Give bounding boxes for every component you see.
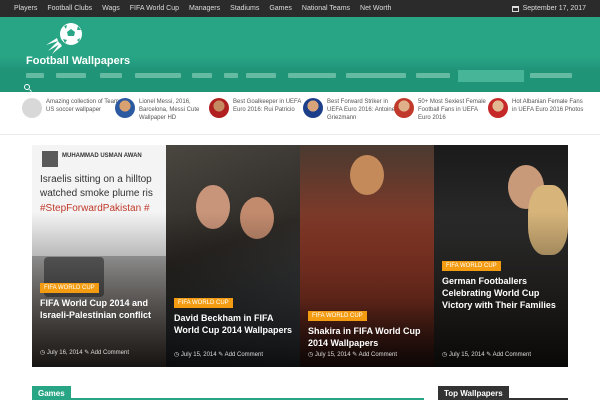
slide-meta: ◷ July 15, 2014 ✎ Add Comment [442,351,531,358]
clock-icon: ◷ [308,352,315,358]
recent-post[interactable]: 50+ Most Sexiest Female Football Fans in… [394,98,492,122]
slide-2[interactable]: FIFA WORLD CUP David Beckham in FIFA Wor… [166,145,300,367]
category-badge[interactable]: FIFA WORLD CUP [174,298,233,308]
nav-item[interactable] [288,73,336,78]
slide-shade [166,211,300,367]
divider [0,134,600,135]
recent-post[interactable]: Hot Albanian Female Fans in UEFA Euro 20… [488,98,586,118]
recent-post[interactable]: Lionel Messi, 2016, Barcelona, Messi Cut… [115,98,213,122]
post-title[interactable]: Hot Albanian Female Fans in UEFA Euro 20… [512,98,586,118]
post-thumbnail[interactable] [394,98,414,118]
post-thumbnail[interactable] [115,98,135,118]
category-badge[interactable]: FIFA WORLD CUP [308,311,367,321]
topnav-football-clubs[interactable]: Football Clubs [47,5,92,12]
current-date: September 17, 2017 [511,0,586,17]
post-date: July 15, 2014 [314,352,351,358]
clock-icon: ◷ [174,352,181,358]
slide-4[interactable]: FIFA WORLD CUP German Footballers Celebr… [434,145,568,367]
nav-item[interactable] [26,73,44,78]
post-title[interactable]: Best Forward Striker in UEFA Euro 2016: … [327,98,401,122]
add-comment-link[interactable]: Add Comment [225,352,263,358]
slide-meta: ◷ July 15, 2014 ✎ Add Comment [174,351,263,358]
tweet-text: Israelis sitting on a hilltop watched sm… [40,174,153,199]
face-shape [350,155,384,195]
slide-title[interactable]: David Beckham in FIFA World Cup 2014 Wal… [174,312,294,336]
date-text: September 17, 2017 [522,5,586,12]
site-header: Football Wallpapers [0,17,600,70]
post-date: July 16, 2014 [46,350,83,356]
topnav-stadiums[interactable]: Stadiums [230,5,259,12]
topnav-players[interactable]: Players [14,5,37,12]
category-badge[interactable]: FIFA WORLD CUP [442,261,501,271]
post-thumbnail[interactable] [303,98,323,118]
add-comment-link[interactable]: Add Comment [493,352,531,358]
nav-item[interactable] [346,73,406,78]
slide-meta: ◷ July 16, 2014 ✎ Add Comment [40,349,129,356]
topnav-wags[interactable]: Wags [102,5,120,12]
topnav-managers[interactable]: Managers [189,5,220,12]
top-navigation: Players Football Clubs Wags FIFA World C… [14,0,391,17]
post-thumbnail[interactable] [209,98,229,118]
add-comment-link[interactable]: Add Comment [91,350,129,356]
post-date: July 15, 2014 [448,352,485,358]
post-date: July 15, 2014 [180,352,217,358]
recent-post[interactable]: Best Goalkeeper in UEFA Euro 2016: Rui P… [209,98,307,118]
search-row [0,82,600,92]
recent-posts-strip: Amazing collection of Team US soccer wal… [0,92,600,134]
post-title[interactable]: Best Goalkeeper in UEFA Euro 2016: Rui P… [233,98,307,118]
top-wallpapers-widget-title[interactable]: Top Wallpapers [438,386,509,400]
main-navigation [0,70,600,82]
games-widget-header: Games [32,386,424,400]
recent-post[interactable]: Best Forward Striker in UEFA Euro 2016: … [303,98,401,122]
site-title[interactable]: Football Wallpapers [26,55,130,67]
games-widget-title[interactable]: Games [32,386,71,400]
post-title[interactable]: Amazing collection of Team US soccer wal… [46,98,120,118]
top-wallpapers-widget-header: Top Wallpapers [438,386,568,400]
calendar-icon [511,5,519,12]
clock-icon: ◷ [40,350,47,356]
topnav-games[interactable]: Games [269,5,292,12]
slide-1[interactable]: MUHAMMAD USMAN AWAN Israelis sitting on … [32,145,166,367]
featured-slider: MUHAMMAD USMAN AWAN Israelis sitting on … [32,145,568,367]
avatar [42,151,58,167]
nav-item[interactable] [416,73,450,78]
nav-item[interactable] [56,73,86,78]
nav-item-active[interactable] [458,70,524,82]
slide-meta: ◷ July 15, 2014 ✎ Add Comment [308,351,397,358]
slide-title[interactable]: Shakira in FIFA World Cup 2014 Wallpaper… [308,325,428,349]
add-comment-link[interactable]: Add Comment [359,352,397,358]
post-thumbnail[interactable] [22,98,42,118]
nav-item[interactable] [192,73,212,78]
slide-title[interactable]: German Footballers Celebrating World Cup… [442,275,562,311]
nav-item[interactable] [100,73,122,78]
nav-item[interactable] [135,73,181,78]
soccer-ball-logo-icon[interactable] [44,21,86,55]
post-thumbnail[interactable] [488,98,508,118]
post-title[interactable]: 50+ Most Sexiest Female Football Fans in… [418,98,492,122]
post-title[interactable]: Lionel Messi, 2016, Barcelona, Messi Cut… [139,98,213,122]
topnav-fifa-world-cup[interactable]: FIFA World Cup [130,5,179,12]
tweet-username: MUHAMMAD USMAN AWAN [62,153,142,159]
recent-post[interactable]: Amazing collection of Team US soccer wal… [22,98,120,118]
nav-item[interactable] [246,73,276,78]
clock-icon: ◷ [442,352,449,358]
topnav-national-teams[interactable]: National Teams [302,5,350,12]
top-bar: Players Football Clubs Wags FIFA World C… [0,0,600,17]
search-icon[interactable] [24,84,30,90]
topnav-net-worth[interactable]: Net Worth [360,5,391,12]
nav-item[interactable] [224,73,238,78]
slide-3[interactable]: FIFA WORLD CUP Shakira in FIFA World Cup… [300,145,434,367]
nav-item[interactable] [530,73,572,78]
category-badge[interactable]: FIFA WORLD CUP [40,283,99,293]
slide-title[interactable]: FIFA World Cup 2014 and Israeli-Palestin… [40,297,160,321]
